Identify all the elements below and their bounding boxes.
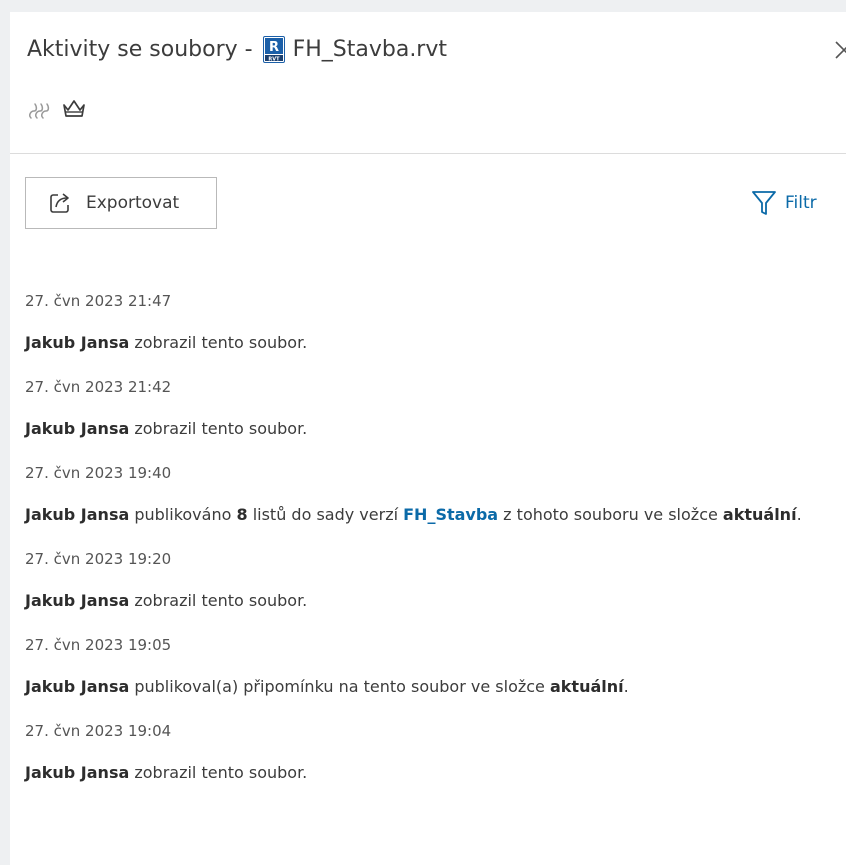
close-button[interactable]: [832, 34, 846, 64]
activity-item: 27. čvn 2023 19:20 Jakub Jansa zobrazil …: [25, 548, 825, 613]
funnel-icon: [752, 191, 776, 215]
file-name: FH_Stavba.rvt: [292, 37, 447, 62]
activity-user: Jakub Jansa: [25, 677, 130, 696]
activity-message: Jakub Jansa publikoval(a) připomínku na …: [25, 677, 629, 696]
crown-icon[interactable]: [61, 97, 87, 125]
activity-timestamp: 27. čvn 2023 21:47: [25, 292, 172, 310]
revit-icon-sub: RVT: [268, 56, 280, 62]
activity-message: Jakub Jansa publikováno 8 listů do sady …: [25, 505, 802, 524]
folder-name: aktuální: [722, 505, 797, 524]
file-activity-panel: Aktivity se soubory - R RVT FH_Stavba.rv…: [10, 12, 846, 865]
activity-timestamp: 27. čvn 2023 19:20: [25, 550, 172, 568]
activity-message: Jakub Jansa zobrazil tento soubor.: [25, 419, 308, 438]
link-chain-icon[interactable]: [27, 96, 51, 126]
file-attribute-icons: [27, 96, 87, 126]
activity-timestamp: 27. čvn 2023 19:40: [25, 464, 172, 482]
filter-label: Filtr: [785, 193, 817, 213]
panel-title: Aktivity se soubory - R RVT FH_Stavba.rv…: [27, 36, 447, 63]
export-button[interactable]: Exportovat: [25, 177, 217, 229]
panel-header: Aktivity se soubory - R RVT FH_Stavba.rv…: [10, 12, 846, 154]
folder-name: aktuální: [549, 677, 624, 696]
close-icon: [835, 41, 846, 59]
title-prefix: Aktivity se soubory -: [27, 37, 253, 62]
revit-icon-letter: R: [269, 40, 279, 55]
version-set-link[interactable]: FH_Stavba: [403, 505, 498, 524]
export-icon: [50, 193, 69, 213]
activity-user: Jakub Jansa: [25, 505, 130, 524]
activity-user: Jakub Jansa: [25, 419, 130, 438]
activity-message: Jakub Jansa zobrazil tento soubor.: [25, 591, 308, 610]
sheet-count: 8: [236, 505, 248, 524]
activity-user: Jakub Jansa: [25, 333, 130, 352]
activity-item: 27. čvn 2023 19:04 Jakub Jansa zobrazil …: [25, 720, 825, 785]
activity-item: 27. čvn 2023 19:05 Jakub Jansa publikova…: [25, 634, 825, 699]
activity-timestamp: 27. čvn 2023 19:04: [25, 722, 172, 740]
activity-message: Jakub Jansa zobrazil tento soubor.: [25, 763, 308, 782]
activity-item: 27. čvn 2023 19:40 Jakub Jansa publiková…: [25, 462, 825, 527]
activity-timestamp: 27. čvn 2023 21:42: [25, 378, 172, 396]
revit-file-icon: R RVT: [262, 36, 285, 63]
activity-message: Jakub Jansa zobrazil tento soubor.: [25, 333, 308, 352]
export-label: Exportovat: [86, 193, 180, 213]
activity-item: 27. čvn 2023 21:47 Jakub Jansa zobrazil …: [25, 290, 825, 355]
activity-user: Jakub Jansa: [25, 591, 130, 610]
activity-user: Jakub Jansa: [25, 763, 130, 782]
filter-button[interactable]: Filtr: [751, 189, 817, 217]
activity-item: 27. čvn 2023 21:42 Jakub Jansa zobrazil …: [25, 376, 825, 441]
activity-list: 27. čvn 2023 21:47 Jakub Jansa zobrazil …: [25, 290, 825, 806]
activity-toolbar: Exportovat Filtr: [10, 177, 846, 231]
activity-timestamp: 27. čvn 2023 19:05: [25, 636, 172, 654]
